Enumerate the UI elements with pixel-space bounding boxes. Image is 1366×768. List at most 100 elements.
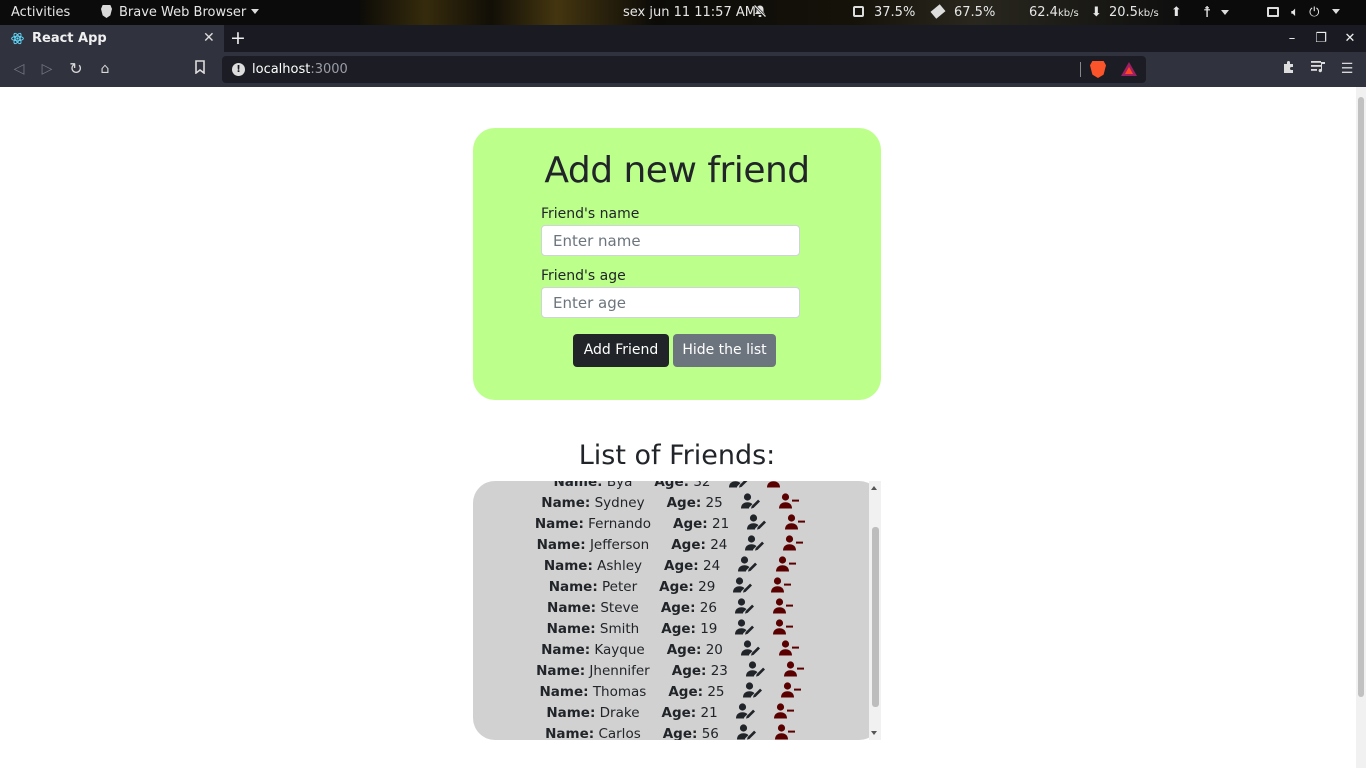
upload-unit: kb/s (1137, 8, 1159, 19)
edit-user-icon[interactable] (745, 661, 768, 684)
friend-name: Bya (606, 481, 633, 490)
edit-user-icon[interactable] (745, 535, 767, 558)
address-bar[interactable]: ! localhost:3000 (222, 56, 1146, 83)
extensions-icon[interactable] (1280, 60, 1298, 78)
upload-speed: 20.5 (1109, 5, 1138, 20)
close-window-icon[interactable]: ✕ (1342, 25, 1358, 52)
friend-row: Name: Jhennifer Age: 23 (473, 661, 869, 682)
new-tab-button[interactable]: + (230, 25, 246, 52)
info-icon[interactable]: ! (232, 63, 245, 76)
bookmark-icon[interactable] (191, 60, 209, 78)
page-viewport: Add new friend Friend's name Friend's ag… (0, 87, 1366, 768)
media-playlist-icon[interactable] (1309, 60, 1327, 78)
list-title: List of Friends: (578, 440, 776, 471)
add-friend-form: Add new friend Friend's name Friend's ag… (473, 128, 881, 400)
network-download[interactable]: 62.4kb/s ⬇ (1029, 0, 1102, 25)
edit-user-icon[interactable] (742, 682, 765, 705)
remove-user-icon[interactable] (780, 682, 803, 705)
friend-age: 56 (701, 726, 719, 740)
edit-user-icon[interactable] (735, 619, 757, 642)
edit-user-icon[interactable] (740, 493, 763, 516)
friend-row: Name: Peter Age: 29 (473, 577, 869, 598)
edit-user-icon[interactable] (733, 577, 755, 600)
minimize-icon[interactable]: – (1284, 25, 1300, 52)
friend-name: Thomas (592, 684, 647, 700)
tab-react-app[interactable]: React App ✕ (0, 25, 224, 52)
name-key: Name: (547, 600, 597, 616)
edit-user-icon[interactable] (747, 514, 769, 537)
datetime-text: sex jun 11 11:57 AM (623, 5, 756, 20)
cpu-monitor[interactable]: 37.5% (853, 0, 915, 25)
address-separator (1080, 62, 1081, 77)
brave-rewards-icon[interactable] (1121, 62, 1137, 76)
name-key: Name: (545, 726, 595, 740)
edit-user-icon[interactable] (734, 598, 757, 621)
accessibility-menu[interactable]: ☨ (1203, 0, 1230, 25)
name-input[interactable] (541, 225, 800, 256)
close-tab-icon[interactable]: ✕ (203, 25, 215, 52)
notifications-off-icon[interactable] (753, 0, 767, 25)
scroll-up-arrow-icon[interactable] (871, 486, 877, 490)
age-input[interactable] (541, 287, 800, 318)
url-text[interactable]: localhost:3000 (252, 56, 348, 83)
reload-icon[interactable]: ↻ (67, 60, 85, 78)
system-status-menu[interactable]: 🔈︎ ⏻ (1267, 0, 1340, 25)
friends-list-scrollbar[interactable] (869, 481, 881, 740)
friend-row: Name: Smith Age: 19 (473, 619, 869, 640)
clock[interactable]: sex jun 11 11:57 AM (623, 0, 756, 25)
scroll-down-arrow-icon[interactable] (871, 731, 877, 735)
url-port: :3000 (310, 62, 348, 77)
friend-age: 26 (699, 600, 717, 616)
friends-list-rows: Name: Bya Age: 32 Name: Sydney Age: 25 Name:… (473, 481, 869, 740)
remove-user-icon[interactable] (776, 556, 798, 579)
edit-user-icon[interactable] (735, 703, 758, 726)
react-icon (11, 32, 24, 45)
page-scrollbar[interactable] (1356, 87, 1366, 768)
edit-user-icon[interactable] (740, 640, 763, 663)
remove-user-icon[interactable] (783, 535, 805, 558)
app-menu[interactable]: Brave Web Browser (101, 0, 260, 25)
name-label: Friend's name (541, 206, 640, 222)
friend-name: Peter (602, 579, 638, 595)
remove-user-icon[interactable] (778, 640, 801, 663)
friend-name: Ashley (597, 558, 643, 574)
edit-user-icon[interactable] (736, 724, 759, 740)
remove-user-icon[interactable] (771, 577, 793, 600)
friend-age: 19 (700, 621, 718, 637)
page-scrollbar-thumb[interactable] (1358, 97, 1364, 697)
friend-age: 29 (698, 579, 716, 595)
friends-list[interactable]: Name: Bya Age: 32 Name: Sydney Age: 25 Name:… (473, 481, 881, 740)
back-icon[interactable]: ◁ (10, 60, 28, 78)
friend-age: 23 (710, 663, 728, 679)
brave-shields-icon[interactable] (1090, 61, 1106, 78)
remove-user-icon[interactable] (773, 703, 796, 726)
remove-user-icon[interactable] (785, 514, 807, 537)
remove-user-icon[interactable] (778, 493, 801, 516)
add-friend-button[interactable]: Add Friend (573, 334, 669, 367)
edit-user-icon[interactable] (738, 556, 760, 579)
memory-value: 67.5% (954, 5, 996, 20)
network-upload[interactable]: 20.5kb/s ⬆ (1109, 0, 1182, 25)
cpu-value: 37.5% (874, 5, 916, 20)
accessibility-icon: ☨ (1203, 3, 1212, 21)
name-key: Name: (534, 516, 584, 532)
remove-user-icon[interactable] (772, 598, 795, 621)
restore-icon[interactable]: ❐ (1313, 25, 1329, 52)
home-icon[interactable]: ⌂ (96, 60, 114, 78)
activities-button[interactable]: Activities (11, 0, 70, 25)
memory-monitor[interactable]: 67.5% (930, 0, 996, 25)
remove-user-icon[interactable] (783, 661, 806, 684)
friend-row: Name: Steve Age: 26 (473, 598, 869, 619)
age-key: Age: (673, 516, 708, 532)
url-host: localhost (252, 62, 311, 77)
tab-strip: React App ✕ + – ❐ ✕ (0, 25, 1366, 52)
friend-row: Name: Carlos Age: 56 (473, 724, 869, 740)
hide-list-button[interactable]: Hide the list (673, 334, 776, 367)
age-key: Age: (660, 600, 696, 616)
remove-user-icon[interactable] (774, 724, 797, 740)
remove-user-icon[interactable] (773, 619, 795, 642)
friend-name: Carlos (598, 726, 641, 740)
forward-icon[interactable]: ▷ (38, 60, 56, 78)
scrollbar-thumb[interactable] (872, 527, 879, 707)
main-menu-icon[interactable]: ☰ (1338, 60, 1356, 78)
